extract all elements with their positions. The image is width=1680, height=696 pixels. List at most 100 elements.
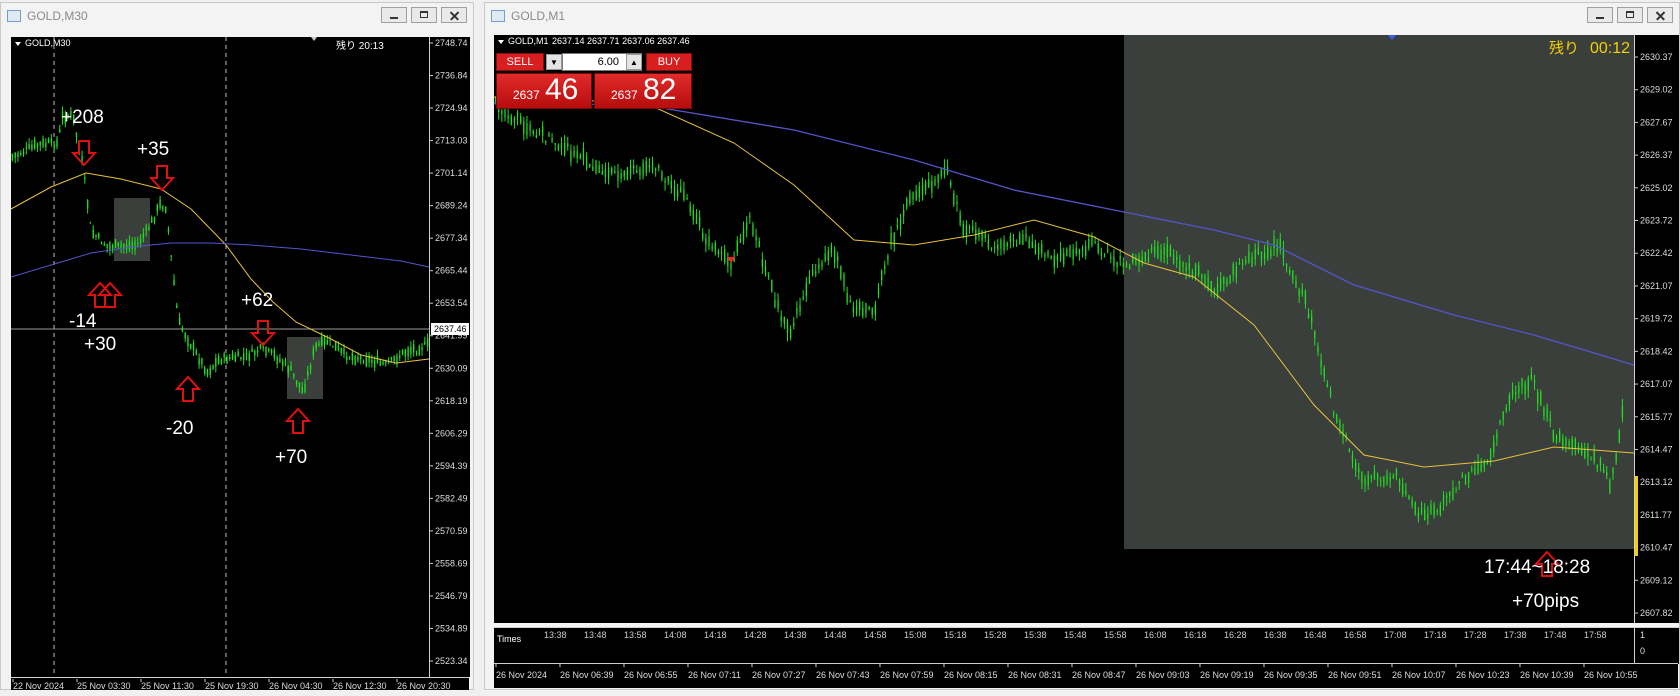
candle-body — [871, 307, 873, 315]
candle-body — [1471, 468, 1473, 471]
candle-body — [304, 384, 306, 393]
candle-body — [984, 233, 986, 238]
sub-time-label: 17:38 — [1504, 630, 1527, 640]
candle-body — [563, 142, 566, 155]
candle-body — [808, 276, 811, 284]
minimize-button[interactable] — [1587, 7, 1613, 23]
candle-body — [607, 167, 610, 179]
right-price-axis-canvas: 2630.37 2629.02 2627.67 2626.37 2625.02 2623.… — [1635, 52, 1673, 618]
candle-body — [764, 266, 767, 276]
candle-body — [1198, 265, 1200, 275]
candle-body — [639, 168, 641, 176]
sub-indicator-window[interactable]: Times 13:38 13:48 13:58 14:08 14:18 14:28 14:38… — [494, 627, 1634, 664]
buy-price-box[interactable]: 2637 82 — [594, 73, 692, 109]
price-tick-label: 2609.12 — [1640, 575, 1673, 585]
right-price-axis[interactable]: 2630.37 2629.02 2627.67 2626.37 2625.02 2623.… — [1634, 35, 1679, 623]
candle-body — [526, 123, 528, 135]
candle-body — [1417, 512, 1420, 518]
candle-body — [332, 345, 334, 347]
candle-body — [1367, 474, 1369, 485]
candle-body — [1185, 267, 1187, 272]
candle-body — [22, 151, 25, 154]
candle-body — [1571, 438, 1573, 449]
candle-body — [1059, 249, 1062, 260]
left-time-axis[interactable]: 22 Nov 2024 25 Nov 03:30 25 Nov 11:30 25 No… — [11, 677, 469, 691]
trade-annotation-label: +30 — [84, 334, 116, 355]
candle-body — [1009, 236, 1011, 242]
minimize-button[interactable] — [381, 7, 407, 23]
candle-body — [1430, 504, 1432, 514]
candle-body — [410, 346, 412, 355]
price-tick-label: 2713.03 — [435, 136, 468, 146]
candle-body — [698, 217, 701, 228]
left-chart-window[interactable]: GOLD,M30 GOLD,M30 残り 20:13 +208 +35 -14 +30 +6… — [0, 2, 474, 691]
time-tick-label: 26 Nov 10:07 — [1392, 670, 1446, 680]
candle-body — [1125, 263, 1128, 268]
candle-body — [125, 244, 128, 250]
sell-button[interactable]: SELL — [496, 53, 544, 71]
candle-body — [1373, 470, 1376, 480]
candle-body — [1132, 253, 1134, 263]
candle-body — [579, 155, 581, 159]
candle-body — [884, 265, 886, 270]
one-click-trading-panel[interactable]: SELL ▼ 6.00 ▲ BUY 2637 46 2637 82 — [496, 53, 696, 111]
candle-body — [742, 228, 745, 241]
time-tick-label: 26 Nov 10:23 — [1456, 670, 1510, 680]
maximize-button[interactable] — [1617, 7, 1643, 23]
price-tick-label: 2625.02 — [1640, 183, 1673, 193]
candle-body — [956, 201, 958, 204]
lot-decrease-button[interactable]: ▼ — [546, 54, 562, 70]
left-price-axis[interactable]: 2748.74 2736.84 2724.94 2713.03 2701.14 2689.… — [429, 37, 470, 677]
close-button[interactable] — [441, 7, 467, 23]
pips-annotation: +70pips — [1512, 591, 1579, 612]
candle-body — [1574, 439, 1576, 449]
sell-arrow-icon — [148, 165, 176, 192]
right-titlebar[interactable]: GOLD,M1 — [485, 3, 1679, 29]
sub-axis-label: 0 — [1640, 646, 1645, 656]
candle-body — [112, 245, 114, 252]
candle-body — [510, 116, 512, 125]
candle-body — [695, 212, 698, 224]
candle-body — [1122, 263, 1124, 268]
candle-body — [1511, 390, 1514, 395]
candle-body — [1056, 255, 1059, 261]
candle-body — [1176, 256, 1178, 261]
candle-body — [686, 197, 688, 200]
left-titlebar[interactable]: GOLD,M30 — [1, 3, 473, 29]
buy-arrow-icon — [174, 375, 202, 402]
candle-body — [89, 222, 92, 224]
right-time-axis[interactable]: 26 Nov 2024 26 Nov 06:39 26 Nov 06:55 26 No… — [494, 663, 1678, 688]
left-price-chart[interactable]: GOLD,M30 残り 20:13 +208 +35 -14 +30 +62 -20 +70 — [11, 37, 429, 677]
time-tick-label: 26 Nov 06:55 — [624, 670, 678, 680]
candle-body — [412, 344, 415, 353]
close-button[interactable] — [1647, 7, 1673, 23]
candle-body — [1593, 450, 1595, 463]
candle-body — [724, 249, 726, 263]
moving-average-fast — [11, 172, 429, 364]
candle-body — [614, 171, 616, 174]
sell-price-box[interactable]: 2637 46 — [496, 73, 592, 109]
candle-body — [209, 367, 211, 376]
candle-body — [256, 350, 259, 353]
price-tick-label: 2748.74 — [435, 38, 468, 48]
price-tick-label: 2736.84 — [435, 71, 468, 81]
candle-body — [1323, 368, 1325, 377]
candle-body — [1012, 239, 1015, 242]
candle-body — [739, 238, 742, 243]
candle-body — [1116, 261, 1118, 267]
candle-body — [777, 299, 779, 309]
candle-body — [343, 348, 345, 355]
maximize-button[interactable] — [411, 7, 437, 23]
buy-button[interactable]: BUY — [646, 53, 692, 71]
candle-body — [1223, 276, 1225, 284]
candle-body — [1502, 411, 1504, 420]
left-window-title: GOLD,M30 — [27, 9, 88, 23]
candle-body — [840, 266, 842, 279]
candle-body — [1107, 250, 1109, 252]
right-chart-window[interactable]: GOLD,M1 GOLD,M1 2637.14 2637.71 2637.06 2… — [484, 2, 1680, 690]
lot-increase-button[interactable]: ▲ — [626, 54, 642, 70]
candle-body — [1022, 234, 1024, 245]
candle-body — [293, 373, 295, 377]
right-price-chart[interactable]: GOLD,M1 2637.14 2637.71 2637.06 2637.46 残り… — [494, 35, 1634, 623]
candle-body — [1285, 264, 1288, 268]
